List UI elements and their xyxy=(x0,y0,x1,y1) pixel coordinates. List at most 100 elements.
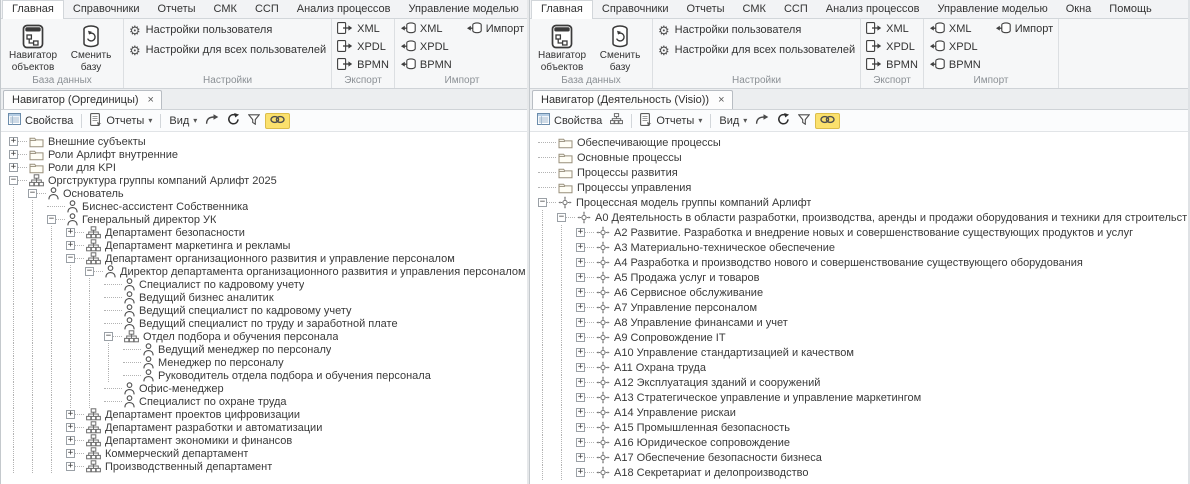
tree-item[interactable]: +А11 Охрана труда xyxy=(538,360,1188,375)
collapse-icon[interactable]: − xyxy=(538,198,547,207)
tree-item[interactable]: +А2 Развитие. Разработка и внедрение нов… xyxy=(538,225,1188,240)
tree-item[interactable]: Руководитель отдела подбора и обучения п… xyxy=(9,369,527,382)
tree-item[interactable]: +А7 Управление персоналом xyxy=(538,300,1188,315)
reports-button[interactable]: Отчеты ▾ xyxy=(87,112,155,130)
tree-item[interactable]: +Департамент маркетинга и рекламы xyxy=(9,239,527,252)
tab-ssp[interactable]: ССП xyxy=(246,1,288,18)
expand-icon[interactable]: + xyxy=(576,438,585,447)
properties-button[interactable]: Свойства xyxy=(5,112,76,129)
view-button[interactable]: Вид ▾ xyxy=(716,114,750,128)
tree-item[interactable]: +А6 Сервисное обслуживание xyxy=(538,285,1188,300)
expand-icon[interactable]: + xyxy=(66,449,75,458)
tree-item[interactable]: +Производственный департамент xyxy=(9,460,527,473)
view-button[interactable]: Вид ▾ xyxy=(166,114,200,128)
tree-item[interactable]: Ведущий менеджер по персоналу xyxy=(9,343,527,356)
tab-spravochniki[interactable]: Справочники xyxy=(593,1,678,18)
collapse-icon[interactable]: − xyxy=(104,332,113,341)
tree-item[interactable]: Биснес-ассистент Собственника xyxy=(9,200,527,213)
import-xpdl-button[interactable]: XPDL xyxy=(927,38,983,56)
expand-icon[interactable]: + xyxy=(576,408,585,417)
go-to-object-button[interactable] xyxy=(752,113,772,129)
export-xml-button[interactable]: XML xyxy=(335,20,391,38)
all-users-settings-button[interactable]: ⚙ Настройки для всех пользователей xyxy=(127,40,328,60)
import-xpdl-button[interactable]: XPDL xyxy=(398,38,454,56)
tab-okna[interactable]: Окна xyxy=(1057,1,1101,18)
expand-icon[interactable]: + xyxy=(66,423,75,432)
tab-glavnaya[interactable]: Главная xyxy=(531,0,593,19)
tree-item[interactable]: Специалист по охране труда xyxy=(9,395,527,408)
tree-item[interactable]: Основные процессы xyxy=(538,150,1188,165)
expand-icon[interactable]: + xyxy=(576,228,585,237)
link-mode-button[interactable] xyxy=(815,113,840,129)
tree-item[interactable]: +Роли для KPI xyxy=(9,161,527,174)
expand-icon[interactable]: + xyxy=(576,288,585,297)
import-button[interactable]: Импорт xyxy=(464,20,526,38)
tab-analiz-processov[interactable]: Анализ процессов xyxy=(288,1,400,18)
collapse-icon[interactable]: − xyxy=(28,189,37,198)
filter-button[interactable] xyxy=(245,113,263,129)
tree-item[interactable]: Специалист по кадровому учету xyxy=(9,278,527,291)
tree-item[interactable]: +А3 Материально-техническое обеспечение xyxy=(538,240,1188,255)
tab-smk[interactable]: СМК xyxy=(734,1,775,18)
tree-item[interactable]: +А13 Стратегическое управление и управле… xyxy=(538,390,1188,405)
import-button[interactable]: Импорт xyxy=(993,20,1055,38)
tree-item[interactable]: −Директор департамента организационного … xyxy=(9,265,527,278)
tree-item[interactable]: +А10 Управление стандартизацией и качест… xyxy=(538,345,1188,360)
refresh-button[interactable] xyxy=(224,112,243,129)
expand-icon[interactable]: + xyxy=(66,436,75,445)
link-mode-button[interactable] xyxy=(265,113,290,129)
expand-icon[interactable]: + xyxy=(576,378,585,387)
tree-item[interactable]: −Процессная модель группы компаний Арлиф… xyxy=(538,195,1188,210)
tab-analiz-processov[interactable]: Анализ процессов xyxy=(817,1,929,18)
expand-icon[interactable]: + xyxy=(66,228,75,237)
export-xpdl-button[interactable]: XPDL xyxy=(335,38,391,56)
tree-item[interactable]: Менеджер по персоналу xyxy=(9,356,527,369)
expand-icon[interactable]: + xyxy=(576,468,585,477)
tab-spravochniki[interactable]: Справочники xyxy=(64,1,149,18)
expand-icon[interactable]: + xyxy=(9,150,18,159)
expand-icon[interactable]: + xyxy=(576,393,585,402)
expand-icon[interactable]: + xyxy=(576,243,585,252)
object-navigator-button[interactable]: Навигатор объектов xyxy=(4,20,62,75)
tree-item[interactable]: +А8 Управление финансами и учет xyxy=(538,315,1188,330)
tree-item[interactable]: +А15 Промышленная безопасность xyxy=(538,420,1188,435)
tree-item[interactable]: −Департамент организационного развития и… xyxy=(9,252,527,265)
expand-icon[interactable]: + xyxy=(66,410,75,419)
tab-glavnaya[interactable]: Главная xyxy=(2,0,64,19)
export-xpdl-button[interactable]: XPDL xyxy=(864,38,920,56)
tab-otchety[interactable]: Отчеты xyxy=(149,1,205,18)
tab-upravlenie-modelyu[interactable]: Управление моделью xyxy=(929,1,1057,18)
collapse-icon[interactable]: − xyxy=(557,213,566,222)
expand-icon[interactable]: + xyxy=(576,273,585,282)
import-bpmn-button[interactable]: BPMN xyxy=(927,56,983,74)
tree-item[interactable]: +А18 Секретариат и делопроизводство xyxy=(538,465,1188,480)
expand-icon[interactable]: + xyxy=(576,423,585,432)
expand-icon[interactable]: + xyxy=(576,363,585,372)
all-users-settings-button[interactable]: ⚙ Настройки для всех пользователей xyxy=(656,40,857,60)
expand-icon[interactable]: + xyxy=(9,163,18,172)
expand-icon[interactable]: + xyxy=(576,318,585,327)
tab-ssp[interactable]: ССП xyxy=(775,1,817,18)
expand-icon[interactable]: + xyxy=(576,348,585,357)
collapse-icon[interactable]: − xyxy=(66,254,75,263)
tree-item[interactable]: Офис-менеджер xyxy=(9,382,527,395)
tab-upravlenie-modelyu[interactable]: Управление моделью xyxy=(400,1,528,18)
tree-item[interactable]: +А9 Сопровождение IT xyxy=(538,330,1188,345)
expand-icon[interactable]: + xyxy=(66,241,75,250)
close-icon[interactable]: × xyxy=(148,95,154,106)
tree-item[interactable]: −Основатель xyxy=(9,187,527,200)
tree-item[interactable]: −А0 Деятельность в области разработки, п… xyxy=(538,210,1188,225)
navigator-doc-tab[interactable]: Навигатор (Оргединицы) × xyxy=(3,90,162,109)
tree-item[interactable]: +Департамент проектов цифровизации xyxy=(9,408,527,421)
tree-item[interactable]: +А4 Разработка и производство нового и с… xyxy=(538,255,1188,270)
collapse-icon[interactable]: − xyxy=(47,215,56,224)
tab-smk[interactable]: СМК xyxy=(205,1,246,18)
change-database-button[interactable]: Сменить базу xyxy=(591,20,649,75)
import-bpmn-button[interactable]: BPMN xyxy=(398,56,454,74)
object-navigator-button[interactable]: Навигатор объектов xyxy=(533,20,591,75)
expand-icon[interactable]: + xyxy=(576,333,585,342)
user-settings-button[interactable]: ⚙ Настройки пользователя xyxy=(127,20,328,40)
export-bpmn-button[interactable]: BPMN xyxy=(864,56,920,74)
close-icon[interactable]: × xyxy=(718,95,724,106)
open-diagram-button[interactable] xyxy=(607,112,626,129)
